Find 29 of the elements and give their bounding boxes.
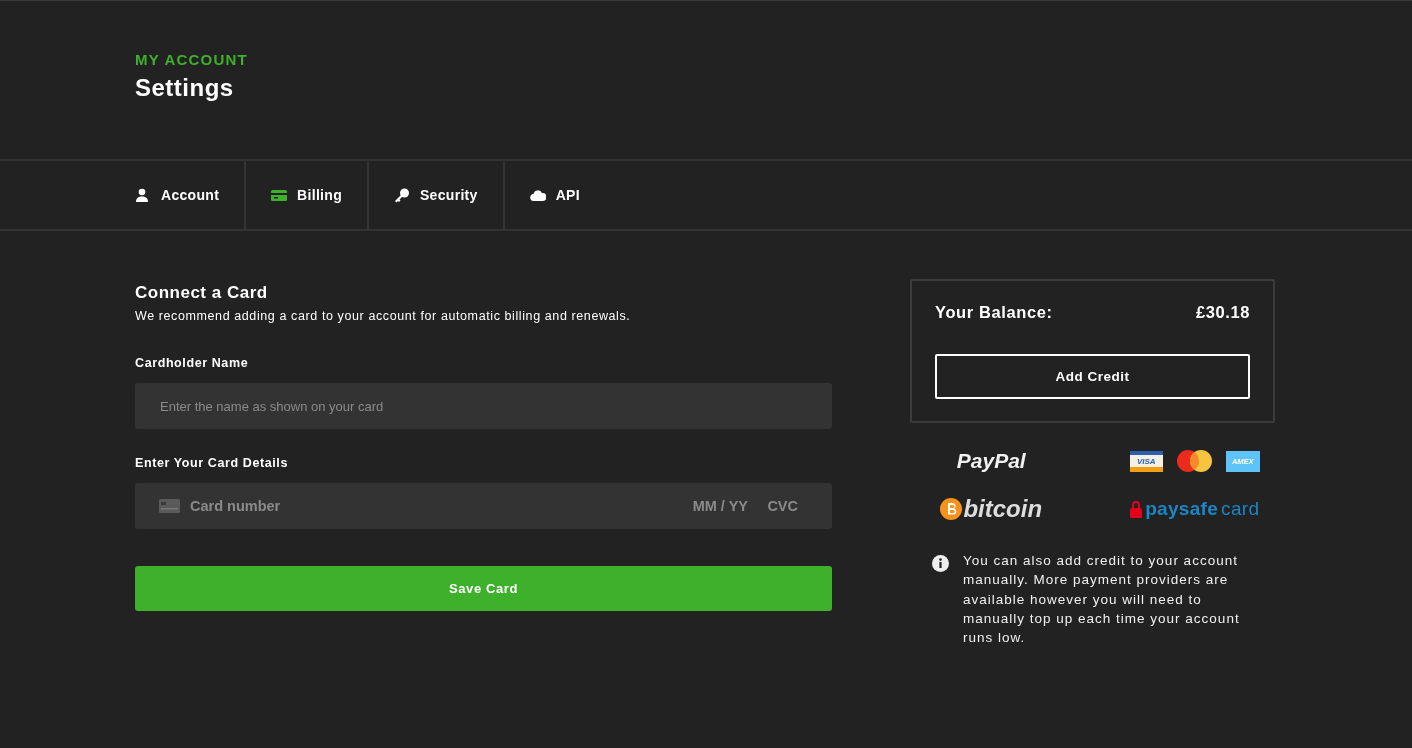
tab[interactable]: Billing — [246, 161, 369, 229]
cvc-field[interactable]: CVC — [764, 498, 798, 514]
cardholder-name-field[interactable]: Enter the name as shown on your card — [135, 383, 832, 429]
info-icon — [932, 555, 949, 572]
paysafecard-logo: paysafe card — [1130, 498, 1260, 520]
visa-logo: VISA — [1129, 450, 1163, 472]
credit-card-icon — [159, 499, 180, 513]
balance-amount: £30.18 — [1195, 303, 1250, 322]
field-label: Cardholder Name — [135, 356, 250, 370]
tab[interactable]: Account — [135, 161, 247, 229]
field-label: Enter Your Card Details — [135, 456, 289, 470]
tab[interactable]: API — [504, 161, 605, 229]
eyebrow-label: MY ACCOUNT — [135, 51, 249, 68]
person-icon — [135, 187, 151, 203]
card-number-field[interactable]: Card number — [190, 498, 680, 514]
paypal-logo: PayPal — [956, 449, 1026, 473]
page-title: Settings — [135, 74, 235, 102]
add-credit-button[interactable]: Add Credit — [935, 354, 1250, 399]
credit-card-icon — [271, 187, 288, 203]
key-icon — [394, 187, 410, 203]
info-note: You can also add credit to your account manually. More payment providers are available however you will need to manually top up each time your account runs low. — [963, 552, 1241, 648]
bitcoin-logo: bitcoin — [940, 495, 1043, 523]
section-title: Connect a Card — [135, 283, 269, 303]
tab[interactable]: Security — [369, 161, 505, 229]
balance-label: Your Balance: — [935, 303, 1053, 322]
mastercard-logo — [1176, 450, 1212, 472]
cloud-icon — [529, 187, 546, 203]
section-description: We recommend adding a card to your account for automatic billing and renewals. — [135, 309, 632, 323]
expiry-date-field[interactable]: MM / YY — [690, 498, 748, 514]
